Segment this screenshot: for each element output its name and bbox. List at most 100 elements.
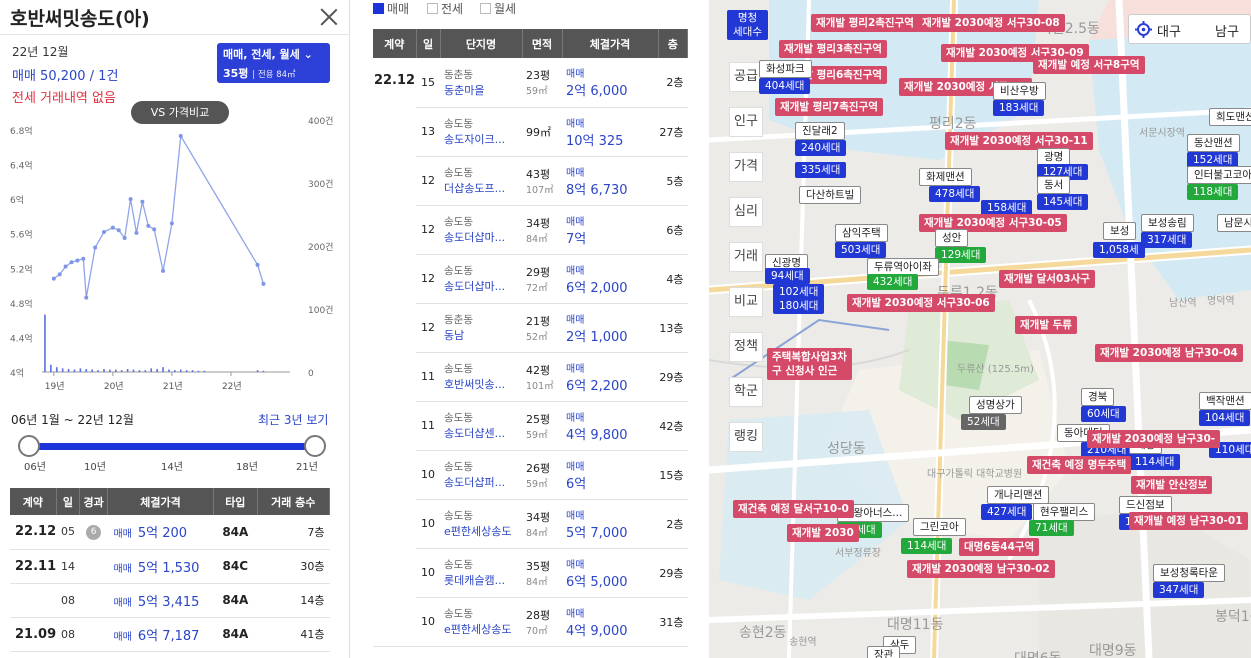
filter-jeonse[interactable]: 전세	[427, 0, 463, 17]
complex-pin[interactable]: 성명상가	[969, 396, 1022, 415]
slider-start-handle[interactable]	[18, 435, 40, 457]
layer-population-button[interactable]: 인구	[729, 107, 763, 137]
map-view[interactable]: 공급 인구 가격 심리 거래 비교 정책 학군 랭킹 대구 남구 비산2.5동 평…	[709, 0, 1251, 658]
redevelopment-pin[interactable]: 대명6동44구역	[959, 538, 1040, 557]
complex-pin[interactable]: 94세대	[765, 268, 810, 285]
layer-sentiment-button[interactable]: 심리	[729, 197, 763, 227]
complex-pin[interactable]: 백작맨션	[1199, 392, 1251, 411]
complex-pin[interactable]: 432세대	[867, 274, 919, 291]
deal-type-selector[interactable]: 매매, 전세, 월세 ⌄ 35평 | 전용 84㎡	[217, 43, 330, 83]
complex-pin[interactable]: 180세대	[773, 298, 825, 315]
complex-pin[interactable]: 317세대	[1141, 232, 1193, 249]
table-row[interactable]: 10 송도동 송도더샵퍼... 26평 59㎡ 매매 6억 15층	[373, 450, 688, 500]
filter-sale[interactable]: 매매	[373, 0, 409, 17]
redevelopment-pin[interactable]: 재개발 두류	[1015, 316, 1077, 335]
complex-pin[interactable]: 동서	[1037, 176, 1071, 195]
close-icon[interactable]	[316, 4, 342, 30]
complex-link[interactable]: 송도더샵퍼...	[444, 474, 522, 490]
complex-pin[interactable]: 희도맨션	[1209, 108, 1251, 127]
complex-pin[interactable]: 삼익주택	[835, 224, 888, 243]
redevelopment-pin[interactable]: 재개발 평리7촉진구역	[775, 98, 883, 117]
table-row[interactable]: 22.11 14 매매 5억 1,530 84C 30층	[10, 549, 330, 584]
complex-link[interactable]: 송도자이크...	[444, 131, 522, 147]
complex-pin[interactable]: 114세대	[1129, 454, 1181, 471]
complex-cell[interactable]: 동춘동 동춘마을	[440, 58, 522, 108]
redevelopment-pin[interactable]: 재건축 예정 달서구10-0	[733, 500, 854, 519]
layer-school-button[interactable]: 학군	[729, 377, 763, 407]
complex-pin[interactable]: 118세대	[1187, 184, 1239, 201]
complex-pin[interactable]: 경북	[1081, 388, 1115, 407]
region-selector[interactable]: 대구 남구	[1128, 14, 1251, 44]
redevelopment-pin[interactable]: 재개발 2030예정 남구30-04	[1095, 344, 1243, 363]
table-row[interactable]: 12 송도동 송도더샵마... 34평 84㎡ 매매 7억 6층	[373, 205, 688, 255]
complex-pin[interactable]: 명청 세대수	[727, 10, 768, 41]
table-row[interactable]: 21.09 08 매매 6억 7,187 84A 41층	[10, 617, 330, 652]
period-slider[interactable]	[18, 435, 326, 457]
layer-supply-button[interactable]: 공급	[729, 62, 763, 92]
redevelopment-pin[interactable]: 재건축 예정 명두주택	[1027, 456, 1132, 475]
complex-pin[interactable]: 보성송림	[1141, 214, 1194, 233]
complex-link[interactable]: 송도더샵마...	[444, 229, 522, 245]
redevelopment-pin[interactable]: 재개발 평리2촉진구역	[811, 14, 919, 33]
complex-pin[interactable]: 478세대	[929, 186, 981, 203]
checkbox-icon[interactable]	[480, 3, 491, 14]
complex-pin[interactable]: 183세대	[993, 100, 1045, 117]
redevelopment-pin[interactable]: 재개발 2030예정 서구30-06	[847, 294, 995, 313]
complex-pin[interactable]: 현우팰리스	[1033, 503, 1096, 522]
table-row[interactable]: 12 송도동 송도더샵마... 29평 72㎡ 매매 6억 2,000 4층	[373, 254, 688, 304]
complex-pin[interactable]: 104세대	[1199, 410, 1251, 427]
complex-pin[interactable]: 그린코아	[913, 518, 966, 537]
complex-cell[interactable]: 송도동 송도더샵퍼...	[440, 450, 522, 500]
layer-ranking-button[interactable]: 랭킹	[729, 422, 763, 452]
complex-pin[interactable]: 503세대	[835, 242, 887, 259]
complex-link[interactable]: 롯데캐슬캠...	[444, 572, 522, 588]
layer-policy-button[interactable]: 정책	[729, 332, 763, 362]
complex-pin[interactable]: 60세대	[1081, 406, 1126, 423]
complex-link[interactable]: 더샵송도프...	[444, 180, 522, 196]
region-district[interactable]: 남구	[1215, 21, 1239, 40]
table-row[interactable]: 13 송도동 송도자이크... 99㎡ 매매 10억 325 27층	[373, 107, 688, 157]
complex-pin[interactable]: 71세대	[1029, 520, 1074, 537]
complex-pin[interactable]: 1,058세	[1093, 242, 1145, 259]
table-row[interactable]: 11 송도동 호반써밋송... 42평 101㎡ 매매 6억 2,200 29층	[373, 352, 688, 402]
complex-pin[interactable]: 화성파크	[759, 60, 812, 79]
table-row[interactable]: 12 송도동 더샵송도프... 43평 107㎡ 매매 8억 6,730 5층	[373, 156, 688, 206]
complex-pin[interactable]: 335세대	[795, 162, 847, 179]
checkbox-icon[interactable]	[373, 3, 384, 14]
complex-cell[interactable]: 송도동 롯데캐슬캠...	[440, 548, 522, 598]
redevelopment-pin[interactable]: 재개발 2030예정 서구30-08	[917, 14, 1065, 33]
complex-pin[interactable]: 화제맨션	[919, 168, 972, 187]
complex-pin[interactable]: 404세대	[759, 78, 811, 95]
complex-cell[interactable]: 송도동 e편한세상송도	[440, 499, 522, 549]
complex-pin[interactable]: 비산우방	[993, 82, 1046, 101]
complex-pin[interactable]: 240세대	[795, 140, 847, 157]
table-row[interactable]: 10 송도동 e편한세상송도 34평 84㎡ 매매 5억 7,000 2층	[373, 499, 688, 549]
location-target-icon[interactable]	[1135, 21, 1152, 38]
table-row[interactable]: 12 동춘동 동남 21평 52㎡ 매매 2억 1,000 13층	[373, 303, 688, 353]
table-row[interactable]: 08 매매 5억 3,415 84A 14층	[10, 583, 330, 618]
complex-cell[interactable]: 송도동 송도자이크...	[440, 107, 522, 157]
complex-pin[interactable]: 427세대	[981, 504, 1033, 521]
complex-pin[interactable]: 진달래2	[795, 122, 845, 141]
complex-cell[interactable]: 송도동 송도더샵마...	[440, 205, 522, 255]
layer-transaction-button[interactable]: 거래	[729, 242, 763, 272]
redevelopment-pin[interactable]: 재개발 예정 서구8구역	[1033, 56, 1145, 75]
complex-pin[interactable]: 347세대	[1153, 582, 1205, 599]
complex-pin[interactable]: 인터불고코아	[1187, 166, 1251, 185]
table-row[interactable]: 22.12 15 동춘동 동춘마을 23평 59㎡ 매매 2억 6,000 2층	[373, 58, 688, 647]
complex-pin[interactable]: 145세대	[1037, 194, 1089, 211]
complex-link[interactable]: 동춘마을	[444, 82, 522, 98]
region-city[interactable]: 대구	[1157, 21, 1181, 40]
redevelopment-pin[interactable]: 재개발 예정 남구30-01	[1129, 512, 1248, 531]
redevelopment-pin[interactable]: 주택복합사업3차 구 신청사 인근	[767, 348, 852, 381]
complex-pin[interactable]: 129세대	[935, 247, 987, 264]
table-row[interactable]: 22.12 05 6 매매 5억 200 84A 7층	[10, 515, 330, 550]
complex-cell[interactable]: 송도동 e편한세상송도	[440, 597, 522, 647]
checkbox-icon[interactable]	[427, 3, 438, 14]
complex-cell[interactable]: 동춘동 동남	[440, 303, 522, 353]
table-row[interactable]: 10 송도동 e편한세상송도 28평 70㎡ 매매 4억 9,000 31층	[373, 597, 688, 647]
complex-pin[interactable]: 보성청록타운	[1153, 564, 1225, 583]
complex-pin[interactable]: 개나리맨션	[987, 486, 1050, 505]
complex-link[interactable]: 송도더샵마...	[444, 278, 522, 294]
layer-compare-button[interactable]: 비교	[729, 287, 763, 317]
